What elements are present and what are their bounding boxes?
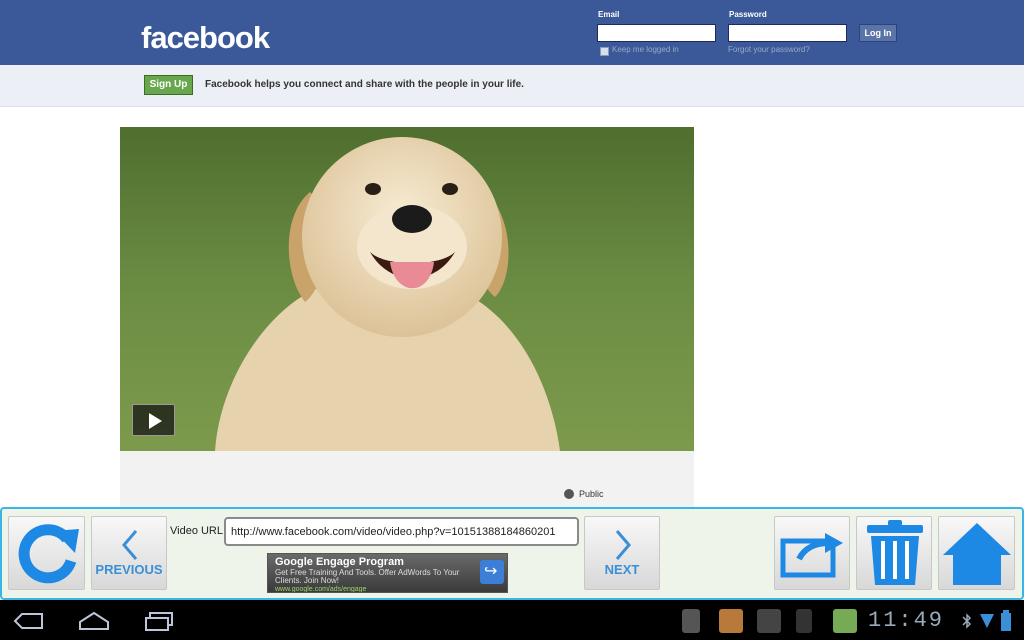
ad-title: Google Engage Program [275,556,404,568]
previous-label: PREVIOUS [95,562,163,577]
notification-icon [796,609,812,633]
share-icon [780,533,843,578]
refresh-icon [18,524,79,584]
video-url-label: Video URL [170,525,223,537]
trash-icon [867,520,923,585]
play-button[interactable] [132,404,175,436]
home-icon [943,523,1011,585]
video-thumbnail[interactable] [120,127,694,451]
android-debug-icon [682,609,700,633]
app-s-icon [719,609,743,633]
home-nav-icon[interactable] [76,610,112,632]
clock: 11:49 [868,608,945,633]
delete-button[interactable] [856,516,932,590]
refresh-button[interactable] [8,516,85,590]
share-arrow-icon[interactable] [480,560,504,584]
previous-button[interactable]: PREVIOUS [91,516,167,590]
chevron-left-icon [122,530,138,560]
bluetooth-icon [962,613,972,629]
keep-logged-in-checkbox[interactable] [600,47,609,56]
post-footer [120,451,694,507]
app-thumbnail-icon [833,609,857,633]
login-button[interactable]: Log In [859,24,897,42]
share-button[interactable] [774,516,850,590]
next-button[interactable]: NEXT [584,516,660,590]
forgot-password-link[interactable]: Forgot your password? [728,45,810,54]
password-field[interactable] [728,24,847,42]
password-label: Password [729,10,767,19]
tagline: Facebook helps you connect and share wit… [205,79,524,90]
next-label: NEXT [604,562,640,577]
puppy-image [120,127,694,451]
keep-logged-in-label[interactable]: Keep me logged in [612,45,679,54]
facebook-logo[interactable]: facebook [141,20,270,56]
globe-icon [564,489,574,499]
music-icon [757,609,781,633]
ad-banner[interactable]: Google Engage Program Get Free Training … [267,553,508,593]
signup-button[interactable]: Sign Up [144,75,193,95]
chevron-right-icon [615,530,631,560]
home-button[interactable] [938,516,1015,590]
email-field[interactable] [597,24,716,42]
video-url-input[interactable]: http://www.facebook.com/video/video.php?… [224,517,579,546]
privacy-label: Public [579,489,604,499]
ad-url[interactable]: www.google.com/ads/engage [275,586,366,592]
recent-apps-icon[interactable] [142,610,176,632]
wifi-icon [980,614,994,628]
email-label: Email [598,10,620,19]
back-icon[interactable] [12,610,48,632]
ad-description: Get Free Training And Tools. Offer AdWor… [275,568,460,585]
battery-icon [1001,610,1011,631]
